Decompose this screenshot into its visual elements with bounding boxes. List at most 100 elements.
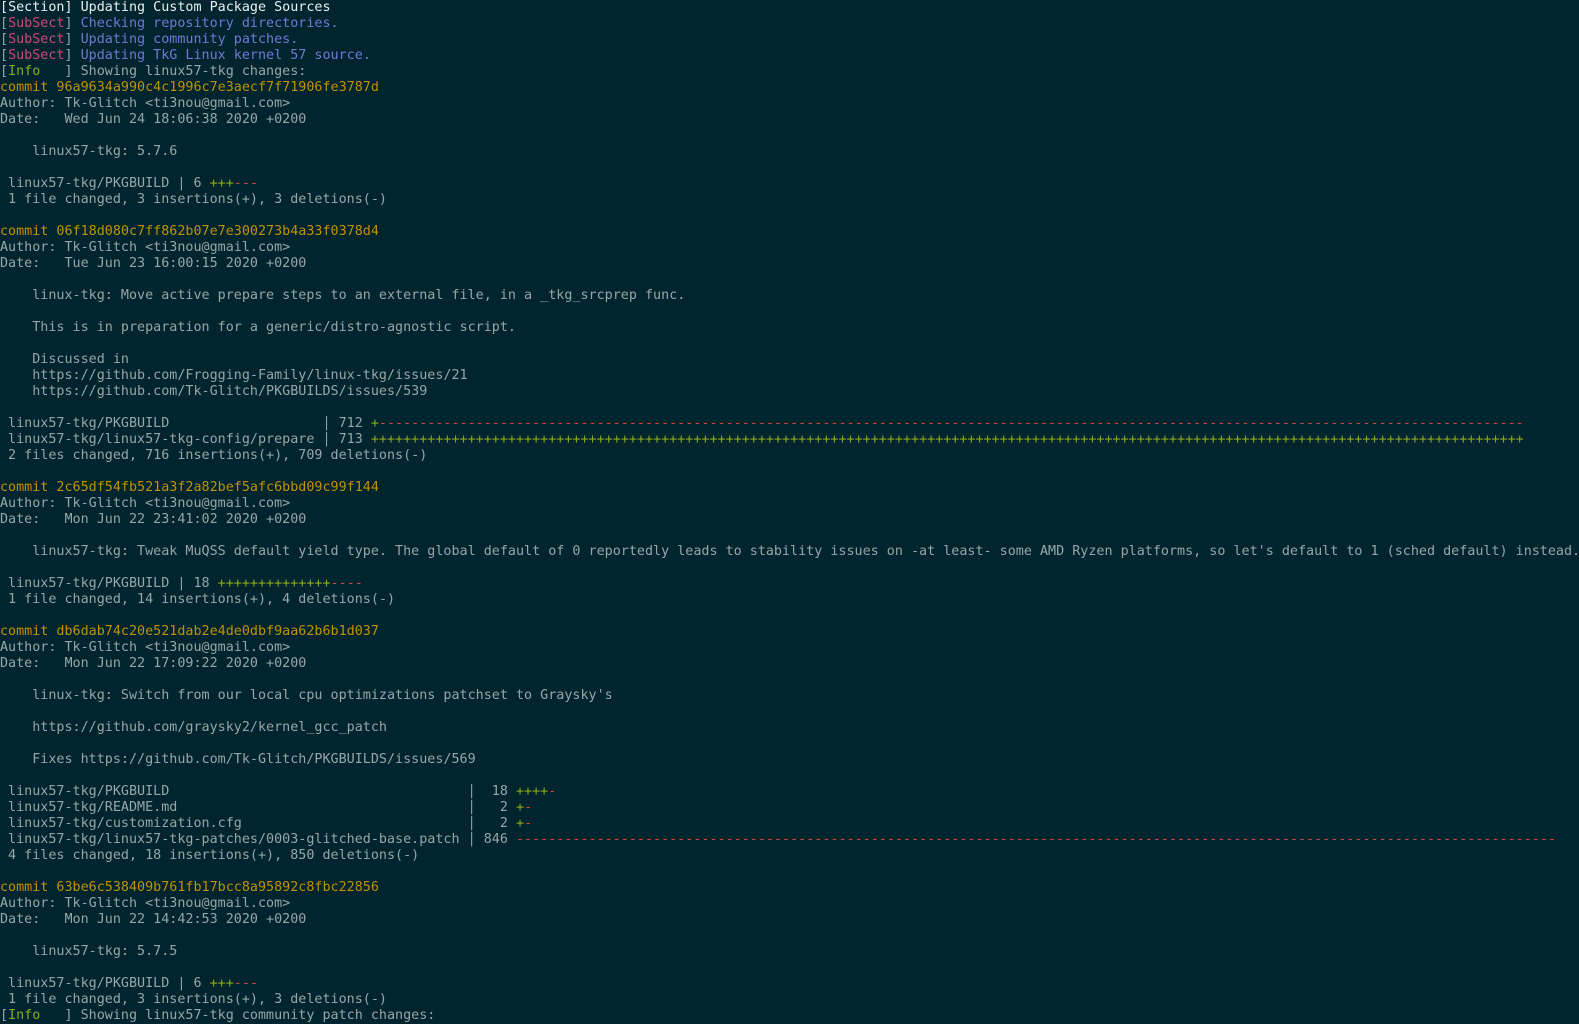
text-segment-text: https://github.com/Tk-Glitch/PKGBUILDS/i… (0, 384, 428, 399)
text-segment-section: [ (0, 0, 9, 15)
text-segment-text: Date: Mon Jun 22 23:41:02 2020 +0200 (0, 512, 307, 527)
commit-date-line: Date: Wed Jun 24 18:06:38 2020 +0200 (0, 112, 1579, 128)
diffstat-file-line: linux57-tkg/PKGBUILD │ 712 +------------… (0, 416, 1579, 432)
commit-message-line: Discussed in (0, 352, 1579, 368)
terminal-output[interactable]: [Section] Updating Custom Package Source… (0, 0, 1579, 1024)
text-segment-text: https://github.com/graysky2/kernel_gcc_p… (0, 720, 387, 735)
text-segment-blue: Updating TkG Linux kernel 57 source. (80, 48, 371, 63)
subsect-status-line: [SubSect] Checking repository directorie… (0, 16, 1579, 32)
text-segment-commit: commit 63be6c538409b761fb17bcc8a95892c8f… (0, 880, 379, 895)
text-segment-text: ] (64, 48, 81, 63)
commit-author-line: Author: Tk-Glitch <ti3nou@gmail.com> (0, 640, 1579, 656)
diffstat-file-line: linux57-tkg/PKGBUILD │ 18 ++++- (0, 784, 1579, 800)
diffstat-summary-line: 1 file changed, 3 insertions(+), 3 delet… (0, 192, 1579, 208)
diffstat-file-line: linux57-tkg/PKGBUILD | 6 +++--- (0, 976, 1579, 992)
commit-message-line: linux57-tkg: 5.7.6 (0, 144, 1579, 160)
text-segment-blue: Updating community patches. (80, 32, 299, 47)
commit-author-line: Author: Tk-Glitch <ti3nou@gmail.com> (0, 496, 1579, 512)
text-segment-add: ++++++++++++++ (217, 576, 331, 591)
text-segment-text: linux-tkg: Move active prepare steps to … (0, 288, 686, 303)
text-segment-commit: commit 2c65df54fb521a3f2a82bef5afc6bbd09… (0, 480, 379, 495)
text-segment-section: ] Updating Custom Package Sources (64, 0, 331, 15)
text-segment-info: Info (8, 1008, 65, 1023)
text-segment-add: +++ (209, 176, 234, 191)
commit-message-line: linux57-tkg: Tweak MuQSS default yield t… (0, 544, 1579, 560)
text-segment-text: Date: Mon Jun 22 17:09:22 2020 +0200 (0, 656, 307, 671)
text-segment-add: ++++ (515, 784, 549, 799)
text-segment-text: [ (0, 16, 9, 31)
text-segment-subsect: SubSect (8, 16, 65, 31)
text-segment-subsect: SubSect (8, 32, 65, 47)
diffstat-summary-line: 1 file changed, 14 insertions(+), 4 dele… (0, 592, 1579, 608)
text-segment-text: linux57-tkg: 5.7.5 (0, 944, 178, 959)
section-status-line: [Section] Updating Custom Package Source… (0, 0, 1579, 16)
text-segment-text: Author: Tk-Glitch <ti3nou@gmail.com> (0, 96, 291, 111)
commit-message-line: https://github.com/graysky2/kernel_gcc_p… (0, 720, 1579, 736)
text-segment-text: Date: Tue Jun 23 16:00:15 2020 +0200 (0, 256, 307, 271)
text-segment-text: Date: Wed Jun 24 18:06:38 2020 +0200 (0, 112, 307, 127)
commit-author-line: Author: Tk-Glitch <ti3nou@gmail.com> (0, 240, 1579, 256)
text-segment-add: + (515, 816, 525, 831)
commit-message-line: https://github.com/Frogging-Family/linux… (0, 368, 1579, 384)
text-segment-text: Date: Mon Jun 22 14:42:53 2020 +0200 (0, 912, 307, 927)
commit-author-line: Author: Tk-Glitch <ti3nou@gmail.com> (0, 896, 1579, 912)
text-segment-text: [ (0, 64, 9, 79)
text-segment-del: --- (233, 976, 258, 991)
commit-author-line: Author: Tk-Glitch <ti3nou@gmail.com> (0, 96, 1579, 112)
diffstat-file-line: linux57-tkg/README.md │ 2 +- (0, 800, 1579, 816)
text-segment-del: ----------------------------------------… (378, 416, 1524, 431)
text-segment-commit: commit 96a9634a990c4c1996c7e3aecf7f71906… (0, 80, 379, 95)
text-segment-del: - (524, 800, 533, 815)
text-segment-text: 1 file changed, 3 insertions(+), 3 delet… (0, 992, 387, 1007)
text-segment-add: + (515, 800, 525, 815)
text-segment-section: Section (8, 0, 65, 15)
commit-hash-line: commit 2c65df54fb521a3f2a82bef5afc6bbd09… (0, 480, 1579, 496)
text-segment-commit: commit db6dab74c20e521dab2e4de0dbf9aa62b… (0, 624, 379, 639)
diffstat-file-line: linux57-tkg/PKGBUILD | 18 ++++++++++++++… (0, 576, 1579, 592)
text-segment-text: ] Showing linux57-tkg changes: (64, 64, 307, 79)
text-segment-text: Discussed in (0, 352, 129, 367)
text-segment-text: linux57-tkg/PKGBUILD | 6 (0, 176, 210, 191)
text-segment-text: Author: Tk-Glitch <ti3nou@gmail.com> (0, 240, 291, 255)
commit-message-line: linux57-tkg: 5.7.5 (0, 944, 1579, 960)
text-segment-text: linux57-tkg/PKGBUILD │ 18 (0, 784, 516, 799)
text-segment-del: ----------------------------------------… (515, 832, 1556, 847)
text-segment-commit: commit 06f18d080c7ff862b07e7e300273b4a33… (0, 224, 379, 239)
commit-date-line: Date: Mon Jun 22 14:42:53 2020 +0200 (0, 912, 1579, 928)
text-segment-text: linux57-tkg/customization.cfg │ 2 (0, 816, 516, 831)
text-segment-text: ] (64, 32, 81, 47)
commit-date-line: Date: Tue Jun 23 16:00:15 2020 +0200 (0, 256, 1579, 272)
text-segment-text: 1 file changed, 3 insertions(+), 3 delet… (0, 192, 387, 207)
text-segment-text: linux57-tkg: 5.7.6 (0, 144, 178, 159)
text-segment-text: Fixes https://github.com/Tk-Glitch/PKGBU… (0, 752, 476, 767)
text-segment-del: --- (233, 176, 258, 191)
text-segment-del: ---- (330, 576, 363, 591)
commit-date-line: Date: Mon Jun 22 23:41:02 2020 +0200 (0, 512, 1579, 528)
text-segment-text: [ (0, 1008, 9, 1023)
commit-hash-line: commit 96a9634a990c4c1996c7e3aecf7f71906… (0, 80, 1579, 96)
text-segment-subsect: SubSect (8, 48, 65, 63)
text-segment-text: 4 files changed, 18 insertions(+), 850 d… (0, 848, 420, 863)
text-segment-add: + (370, 416, 379, 431)
text-segment-text: Author: Tk-Glitch <ti3nou@gmail.com> (0, 640, 291, 655)
text-segment-text: 2 files changed, 716 insertions(+), 709 … (0, 448, 428, 463)
text-segment-del: - (548, 784, 557, 799)
text-segment-text: linux57-tkg: Tweak MuQSS default yield t… (0, 544, 1579, 559)
commit-hash-line: commit db6dab74c20e521dab2e4de0dbf9aa62b… (0, 624, 1579, 640)
text-segment-blue: Checking repository directories. (80, 16, 339, 31)
text-segment-text: linux57-tkg/linux57-tkg-config/prepare │… (0, 432, 371, 447)
text-segment-text: linux57-tkg/PKGBUILD | 6 (0, 976, 210, 991)
